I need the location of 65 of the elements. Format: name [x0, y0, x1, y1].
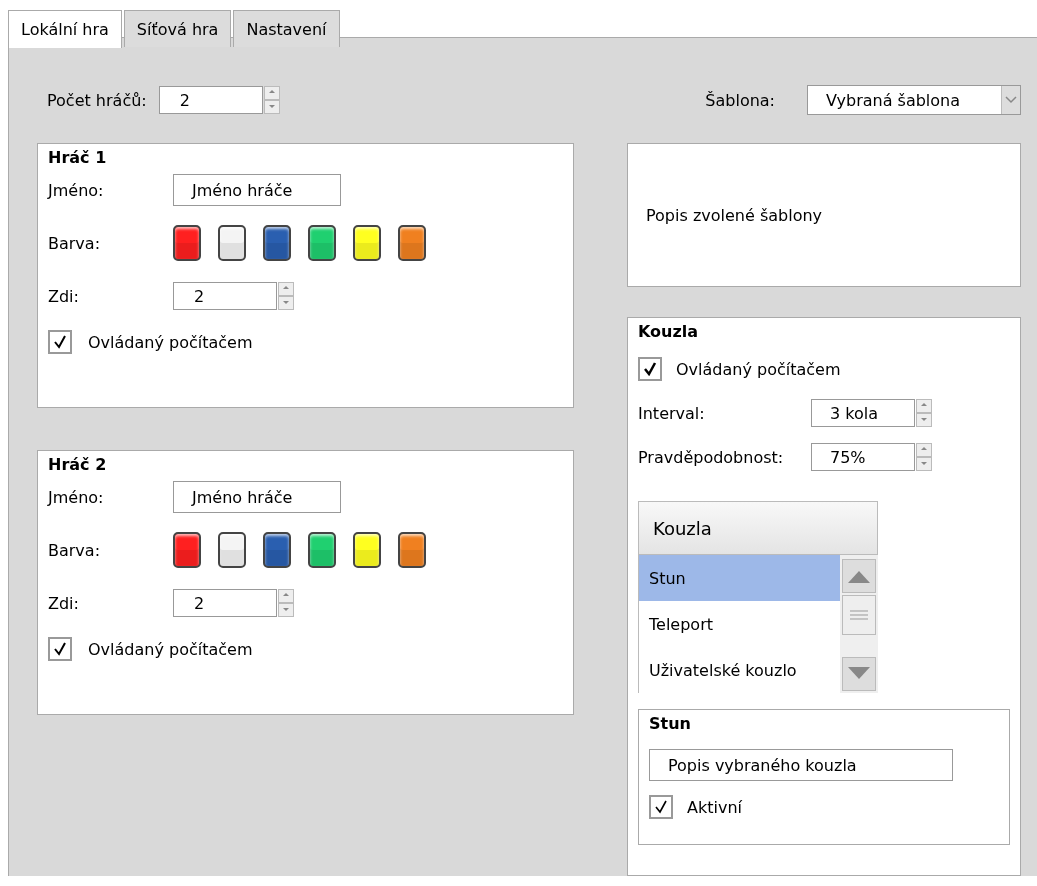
- scroll-thumb[interactable]: [842, 595, 876, 635]
- color-swatch[interactable]: [398, 532, 426, 568]
- color-swatch[interactable]: [173, 225, 201, 261]
- color-label: Barva:: [48, 540, 102, 560]
- spell-list-item[interactable]: Uživatelské kouzlo: [639, 647, 840, 693]
- spells-title: Kouzla: [638, 322, 700, 341]
- tab[interactable]: Nastavení: [233, 10, 340, 47]
- checkbox-label: Ovládaný počítačem: [88, 639, 253, 659]
- checkbox[interactable]: [48, 330, 72, 354]
- probability-field[interactable]: 75%: [811, 443, 915, 471]
- template-description: Popis zvolené šablony: [646, 205, 823, 225]
- spell-list-item[interactable]: Stun: [639, 555, 840, 601]
- spinner-arrows-icon[interactable]: [278, 282, 294, 310]
- color-swatch[interactable]: [263, 225, 291, 261]
- template-dropdown[interactable]: Vybraná šablona: [807, 85, 1021, 115]
- color-swatch[interactable]: [353, 532, 381, 568]
- template-label: Šablona:: [704, 90, 775, 110]
- checkbox[interactable]: [649, 795, 673, 819]
- check-mark-icon: [53, 642, 67, 656]
- player-title: Hráč 2: [48, 455, 108, 474]
- checkbox-label: Ovládaný počítačem: [88, 332, 253, 352]
- name-label: Jméno:: [48, 180, 105, 200]
- spell-detail-title: Stun: [649, 714, 692, 733]
- player-title: Hráč 1: [48, 148, 108, 167]
- color-swatch[interactable]: [263, 532, 291, 568]
- probability-label: Pravděpodobnost:: [638, 447, 785, 467]
- color-swatch[interactable]: [218, 532, 246, 568]
- walls-field[interactable]: 2: [173, 282, 277, 310]
- color-swatch[interactable]: [353, 225, 381, 261]
- player-count-label: Počet hráčů:: [46, 90, 147, 110]
- walls-label: Zdi:: [48, 286, 80, 306]
- spell-list-item[interactable]: Teleport: [639, 601, 840, 647]
- scroll-up-button[interactable]: [842, 559, 876, 593]
- walls-label: Zdi:: [48, 593, 80, 613]
- color-label: Barva:: [48, 233, 102, 253]
- checkbox-label: Aktivní: [687, 797, 742, 817]
- tab[interactable]: Síťová hra: [123, 10, 232, 47]
- checkbox-label: Ovládaný počítačem: [676, 359, 841, 379]
- tab[interactable]: Lokální hra: [8, 10, 122, 48]
- check-mark-icon: [643, 362, 657, 376]
- spell-description-field[interactable]: Popis vybraného kouzla: [649, 749, 953, 781]
- color-swatch[interactable]: [173, 532, 201, 568]
- color-swatch[interactable]: [398, 225, 426, 261]
- color-swatch[interactable]: [308, 532, 336, 568]
- scroll-down-button[interactable]: [842, 657, 876, 691]
- check-mark-icon: [53, 335, 67, 349]
- name-field[interactable]: Jméno hráče: [173, 174, 341, 206]
- color-swatch[interactable]: [308, 225, 336, 261]
- spinner-arrows-icon[interactable]: [916, 399, 932, 427]
- color-swatch[interactable]: [218, 225, 246, 261]
- walls-field[interactable]: 2: [173, 589, 277, 617]
- scrollbar[interactable]: [840, 555, 878, 693]
- chevron-down-icon[interactable]: [1005, 96, 1017, 104]
- spinner-arrows-icon[interactable]: [916, 443, 932, 471]
- spinner-arrows-icon[interactable]: [278, 589, 294, 617]
- name-label: Jméno:: [48, 487, 105, 507]
- list-header: Kouzla: [638, 501, 878, 555]
- checkbox[interactable]: [48, 637, 72, 661]
- name-field[interactable]: Jméno hráče: [173, 481, 341, 513]
- checkbox[interactable]: [638, 357, 662, 381]
- check-mark-icon: [654, 800, 668, 814]
- interval-field[interactable]: 3 kola: [811, 399, 915, 427]
- spinner-arrows-icon[interactable]: [263, 86, 280, 114]
- player-count-field[interactable]: 2: [158, 86, 263, 114]
- interval-label: Interval:: [638, 403, 706, 423]
